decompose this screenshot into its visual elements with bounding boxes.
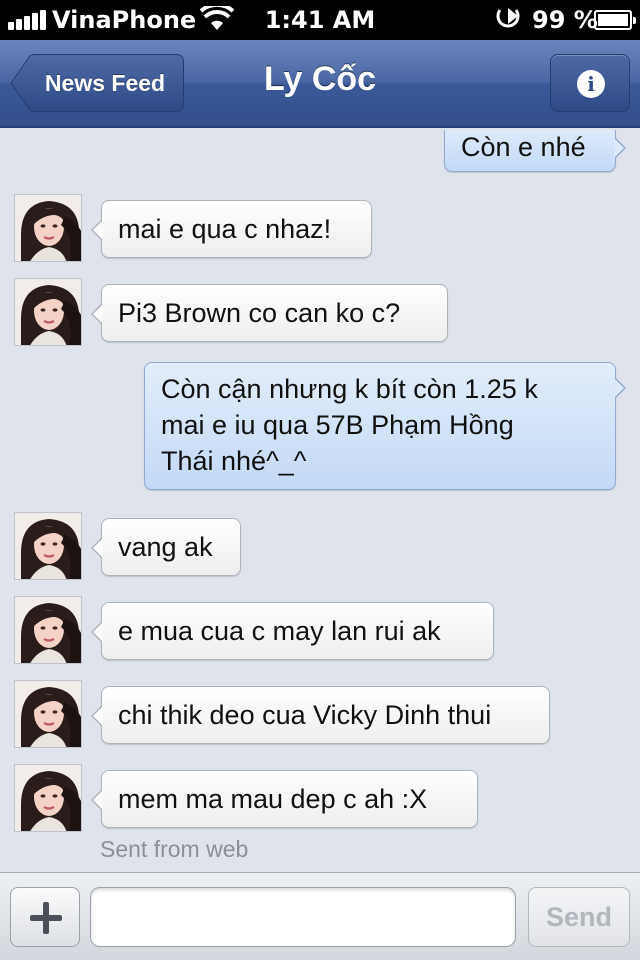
avatar[interactable] <box>14 194 82 262</box>
sent-from-label: Sent from web <box>100 836 249 862</box>
message-bubble-incoming: vang ak <box>91 518 241 576</box>
avatar[interactable] <box>14 278 82 346</box>
message-text: Pi3 Brown co can ko c? <box>118 298 401 328</box>
message-text: e mua cua c may lan rui ak <box>118 616 441 646</box>
message-line: Thái nhé^_^ <box>161 446 307 476</box>
plus-icon <box>30 902 62 934</box>
message-bubble-incoming: Pi3 Brown co can ko c? <box>91 284 448 342</box>
battery-percent: 99 % <box>532 6 598 34</box>
avatar[interactable] <box>14 764 82 832</box>
message-bubble-incoming: chi thik deo cua Vicky Dinh thui <box>91 686 550 744</box>
avatar[interactable] <box>14 512 82 580</box>
message-bubble-outgoing: Còn cận nhưng k bít còn 1.25 k mai e iu … <box>144 362 626 490</box>
nav-bar: News Feed Ly Cốc i <box>0 40 640 128</box>
message-thread[interactable]: Còn e nhé mai e qua c nhaz! Pi3 Brown co… <box>0 130 640 872</box>
message-bubble-incoming: e mua cua c may lan rui ak <box>91 602 494 660</box>
back-button-label: News Feed <box>44 69 166 96</box>
message-text: mai e qua c nhaz! <box>118 214 332 244</box>
location-arrow-icon <box>496 8 520 28</box>
back-button[interactable]: News Feed <box>10 54 184 112</box>
message-text: Còn e nhé <box>461 132 586 162</box>
info-button[interactable]: i <box>550 54 630 112</box>
message-bubble-incoming: mem ma mau dep c ah :X <box>91 770 478 828</box>
add-attachment-button[interactable] <box>10 887 80 947</box>
message-text: mem ma mau dep c ah :X <box>118 784 428 814</box>
avatar[interactable] <box>14 680 82 748</box>
send-button[interactable]: Send <box>528 887 630 947</box>
battery-icon <box>594 10 636 30</box>
message-bubble-incoming: mai e qua c nhaz! <box>91 200 372 258</box>
message-input[interactable] <box>90 887 516 947</box>
page-title: Ly Cốc <box>263 60 377 98</box>
message-line: mai e iu qua 57B Phạm Hồng <box>161 410 514 440</box>
composer-bar: Send <box>0 872 640 960</box>
message-bubble-outgoing: Còn e nhé <box>444 130 626 172</box>
message-text: chi thik deo cua Vicky Dinh thui <box>118 700 492 730</box>
message-text: vang ak <box>118 532 213 562</box>
info-icon: i <box>577 70 605 98</box>
status-bar: VinaPhone 1:41 AM 99 % <box>0 0 640 40</box>
message-line: Còn cận nhưng k bít còn 1.25 k <box>161 374 538 404</box>
avatar[interactable] <box>14 596 82 664</box>
